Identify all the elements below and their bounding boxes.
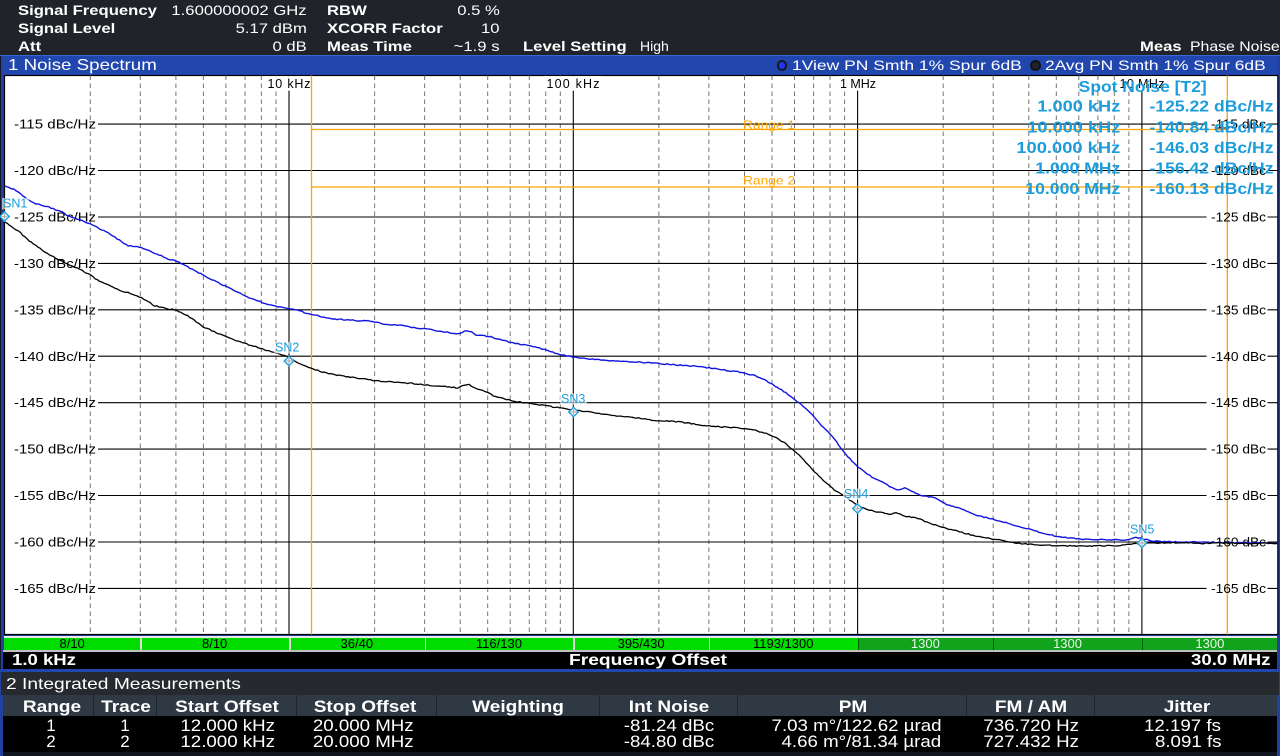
svg-text:SN5: SN5: [1130, 523, 1154, 537]
svg-text:-160.13 dBc/Hz: -160.13 dBc/Hz: [1150, 181, 1274, 198]
svg-text:SN1: SN1: [3, 197, 27, 211]
svg-text:-120 dBc/Hz: -120 dBc/Hz: [14, 164, 96, 178]
svg-text:-130 dBc/Hz: -130 dBc/Hz: [14, 257, 96, 271]
svg-text:-140.84 dBc/Hz: -140.84 dBc/Hz: [1150, 120, 1274, 137]
svg-text:-125 dBc: -125 dBc: [1211, 211, 1266, 225]
svg-text:-145 dBc/Hz: -145 dBc/Hz: [14, 396, 96, 410]
svg-text:-140 dBc/Hz: -140 dBc/Hz: [14, 350, 96, 364]
svg-text:-150 dBc: -150 dBc: [1211, 443, 1266, 457]
svg-text:-145 dBc: -145 dBc: [1211, 396, 1266, 410]
svg-text:-135 dBc: -135 dBc: [1211, 303, 1266, 317]
svg-text:-160 dBc/Hz: -160 dBc/Hz: [14, 536, 96, 550]
svg-text:100 kHz: 100 kHz: [547, 77, 600, 91]
svg-text:-150 dBc/Hz: -150 dBc/Hz: [14, 443, 96, 457]
svg-text:-135 dBc/Hz: -135 dBc/Hz: [14, 303, 96, 317]
svg-text:-156.42 dBc/Hz: -156.42 dBc/Hz: [1150, 161, 1274, 178]
svg-text:1.000 MHz: 1.000 MHz: [1035, 161, 1120, 178]
svg-text:10.000 kHz: 10.000 kHz: [1027, 120, 1120, 137]
svg-text:Range 2: Range 2: [743, 174, 795, 188]
svg-text:SN2: SN2: [275, 341, 299, 355]
svg-text:-146.03 dBc/Hz: -146.03 dBc/Hz: [1150, 140, 1274, 157]
svg-text:SN3: SN3: [561, 392, 585, 406]
svg-text:-155 dBc: -155 dBc: [1211, 489, 1266, 503]
svg-text:10 kHz: 10 kHz: [268, 77, 311, 91]
svg-text:-130 dBc: -130 dBc: [1211, 257, 1266, 271]
svg-text:1 MHz: 1 MHz: [840, 77, 876, 91]
svg-text:-165 dBc/Hz: -165 dBc/Hz: [14, 582, 96, 596]
svg-text:-115 dBc/Hz: -115 dBc/Hz: [14, 118, 96, 132]
svg-text:Spot Noise [T2]: Spot Noise [T2]: [1079, 79, 1207, 96]
svg-text:Range 1: Range 1: [743, 118, 795, 132]
svg-text:SN4: SN4: [844, 487, 868, 501]
svg-text:-165 dBc: -165 dBc: [1211, 582, 1266, 596]
svg-text:-125 dBc/Hz: -125 dBc/Hz: [14, 211, 96, 225]
svg-text:-155 dBc/Hz: -155 dBc/Hz: [14, 489, 96, 503]
svg-text:-140 dBc: -140 dBc: [1211, 350, 1266, 364]
svg-text:100.000 kHz: 100.000 kHz: [1016, 140, 1120, 157]
svg-text:10.000 MHz: 10.000 MHz: [1025, 181, 1120, 198]
svg-text:-125.22 dBc/Hz: -125.22 dBc/Hz: [1150, 99, 1274, 116]
svg-text:1.000 kHz: 1.000 kHz: [1037, 99, 1120, 116]
